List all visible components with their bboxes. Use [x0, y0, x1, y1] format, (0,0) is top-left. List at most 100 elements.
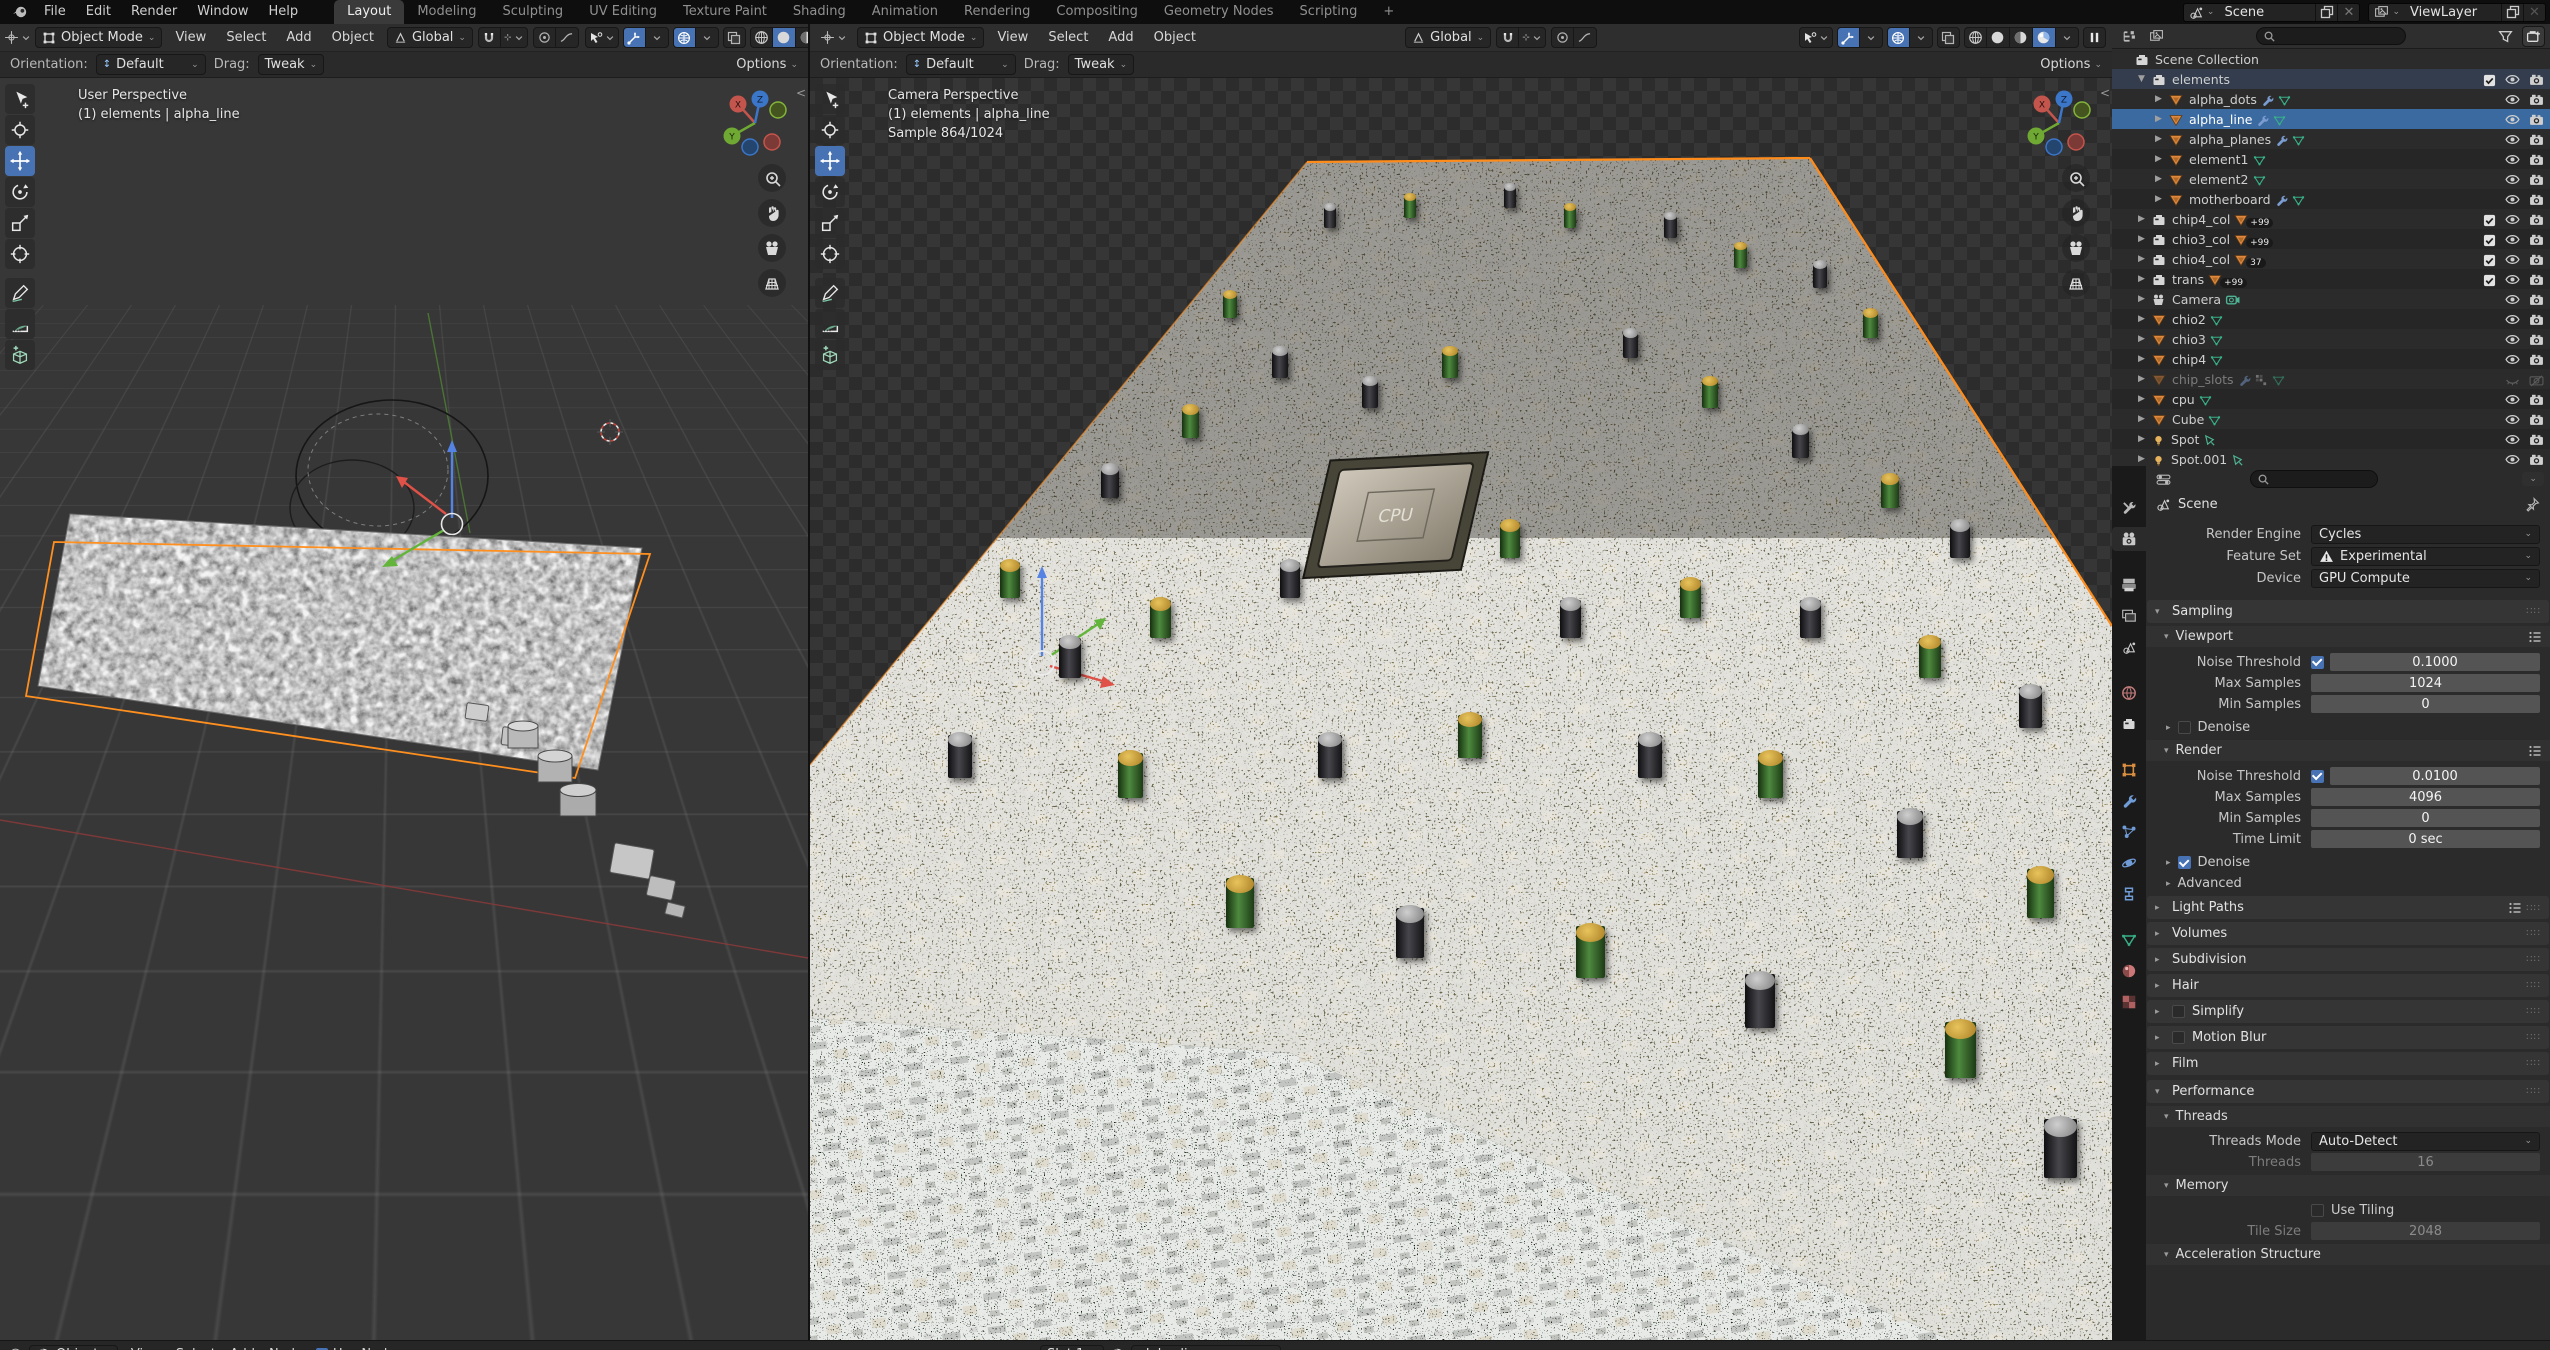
properties-tab-scene[interactable]	[2112, 635, 2146, 659]
overlays-dropdown[interactable]	[695, 27, 719, 48]
device-dropdown[interactable]: GPU Compute ⌄	[2311, 568, 2540, 588]
scene-name[interactable]: Scene	[2219, 4, 2315, 21]
hide-in-viewport-toggle[interactable]	[2505, 431, 2520, 447]
gizmo-dropdown[interactable]	[1859, 27, 1883, 48]
menu-window[interactable]: Window	[187, 0, 258, 24]
panel-sampling[interactable]: ▾ Sampling ∷∷	[2147, 600, 2549, 623]
drag-value-dropdown[interactable]: Tweak ⌄	[1067, 54, 1135, 75]
snap-toggle[interactable]	[1496, 27, 1520, 48]
disable-in-renders-toggle[interactable]	[2529, 391, 2544, 407]
render-time-limit-value[interactable]: 0 sec	[2311, 830, 2540, 848]
falloff-dropdown[interactable]	[555, 27, 579, 48]
outliner-row-alpha-line[interactable]: ▶ alpha_line	[2112, 109, 2550, 129]
hide-in-viewport-toggle[interactable]	[2505, 191, 2520, 207]
menu-select[interactable]: Select	[1041, 30, 1095, 45]
scale-tool[interactable]	[5, 208, 35, 238]
falloff-dropdown[interactable]	[1573, 27, 1597, 48]
menu-help[interactable]: Help	[259, 0, 309, 24]
menu-view[interactable]: View	[990, 30, 1035, 45]
disable-in-renders-toggle[interactable]	[2529, 131, 2544, 147]
snap-to-dropdown[interactable]: ⊹	[1519, 27, 1546, 48]
disable-in-renders-toggle[interactable]	[2529, 211, 2544, 227]
render-engine-dropdown[interactable]: Cycles ⌄	[2311, 524, 2540, 544]
exclude-checkbox[interactable]	[2483, 252, 2496, 267]
hide-in-viewport-toggle[interactable]	[2505, 211, 2520, 227]
editor-type-icon[interactable]	[8, 1347, 23, 1350]
disable-in-renders-toggle[interactable]	[2529, 351, 2544, 367]
outliner-row-alpha-dots[interactable]: ▶ alpha_dots	[2112, 89, 2550, 109]
snap-to-dropdown[interactable]: ⊹	[500, 27, 528, 48]
show-overlays-toggle[interactable]	[1886, 27, 1910, 48]
panel-checkbox[interactable]	[2172, 1031, 2185, 1044]
outliner-row-element1[interactable]: ▶ element1	[2112, 149, 2550, 169]
transform-tool[interactable]	[5, 239, 35, 269]
select-tool[interactable]	[815, 84, 845, 114]
pan-button[interactable]	[758, 199, 786, 227]
workspace-tab-compositing[interactable]: Compositing	[1043, 0, 1151, 24]
shader-menu-node[interactable]: Node	[262, 1347, 310, 1350]
properties-tab-object[interactable]	[2112, 758, 2146, 782]
disable-in-renders-toggle[interactable]	[2529, 191, 2544, 207]
hide-in-viewport-toggle[interactable]	[2505, 111, 2520, 127]
hide-in-viewport-toggle[interactable]	[2505, 351, 2520, 367]
cursor-tool[interactable]	[5, 115, 35, 145]
shading-material-button[interactable]	[795, 27, 808, 48]
workspace-tab-shading[interactable]: Shading	[780, 0, 859, 24]
viewlayer-selector[interactable]: ⌄ ViewLayer ✕	[2368, 2, 2546, 22]
scene-copy-button[interactable]	[2315, 3, 2337, 21]
menu-edit[interactable]: Edit	[76, 0, 121, 24]
measure-tool[interactable]	[5, 309, 35, 339]
properties-tab-physics[interactable]	[2112, 851, 2146, 875]
properties-tab-constraints[interactable]	[2112, 882, 2146, 906]
visibility-dropdown[interactable]	[1798, 27, 1833, 48]
panel-checkbox[interactable]	[2172, 1005, 2185, 1018]
viewport-min-samples-value[interactable]: 0	[2311, 695, 2540, 713]
viewlayer-name[interactable]: ViewLayer	[2405, 4, 2501, 21]
disable-in-renders-toggle[interactable]	[2529, 431, 2544, 447]
menu-object[interactable]: Object	[325, 30, 381, 45]
workspace-tab-modeling[interactable]: Modeling	[404, 0, 489, 24]
viewport-left-canvas[interactable]: User Perspective (1) elements | alpha_li…	[0, 78, 808, 1340]
properties-tab-object-data[interactable]	[2112, 928, 2146, 952]
perspective-toggle-button[interactable]	[2062, 269, 2090, 297]
slot-dropdown[interactable]: Slot 1⌄	[1040, 1345, 1104, 1350]
properties-tab-tool[interactable]	[2112, 496, 2146, 520]
add-cube-tool[interactable]	[5, 340, 35, 370]
disclosure-closed-icon[interactable]: ▶	[2135, 214, 2148, 224]
show-gizmo-toggle[interactable]	[1836, 27, 1860, 48]
shading-wireframe-button[interactable]	[1963, 27, 1987, 48]
object-shader-dropdown[interactable]: Object⌄	[29, 1345, 118, 1350]
outliner-row-trans[interactable]: ▶ trans +99	[2112, 269, 2550, 289]
panel-light-paths[interactable]: ▸ Light Paths ∷∷	[2147, 896, 2549, 919]
shading-dropdown[interactable]	[2055, 27, 2079, 48]
outliner-row-chio2[interactable]: ▶ chio2	[2112, 309, 2550, 329]
exclude-checkbox[interactable]	[2483, 72, 2496, 87]
viewlayer-copy-button[interactable]	[2501, 3, 2523, 21]
show-overlays-toggle[interactable]	[672, 27, 696, 48]
properties-tab-world[interactable]	[2112, 681, 2146, 705]
perspective-toggle-button[interactable]	[758, 269, 786, 297]
subpanel-memory[interactable]: ▾ Memory	[2146, 1175, 2550, 1196]
zoom-button[interactable]	[758, 164, 786, 192]
blender-logo-icon[interactable]	[6, 4, 34, 20]
viewport-right-canvas[interactable]: CPU Camera Perspective (1) elements | al…	[810, 78, 2112, 1340]
panel-motion-blur[interactable]: ▸ Motion Blur ∷∷	[2147, 1026, 2549, 1049]
disable-in-renders-toggle[interactable]	[2529, 171, 2544, 187]
outliner-row-cpu[interactable]: ▶ cpu	[2112, 389, 2550, 409]
navigation-gizmo[interactable]: X Y Z	[2022, 86, 2096, 164]
rotate-tool[interactable]	[815, 177, 845, 207]
shader-menu-view[interactable]: View	[124, 1347, 169, 1350]
transform-tool[interactable]	[815, 239, 845, 269]
disclosure-closed-icon[interactable]: ▶	[2152, 194, 2165, 204]
navigation-gizmo[interactable]: X Y Z	[718, 86, 792, 164]
camera-view-button[interactable]	[758, 234, 786, 262]
exclude-checkbox[interactable]	[2483, 272, 2496, 287]
disclosure-closed-icon[interactable]: ▶	[2135, 354, 2148, 364]
properties-tab-render[interactable]	[2112, 527, 2146, 551]
gizmo-dropdown[interactable]	[645, 27, 669, 48]
hide-in-viewport-toggle[interactable]	[2505, 171, 2520, 187]
move-tool[interactable]	[815, 146, 845, 176]
properties-tab-texture[interactable]	[2112, 990, 2146, 1014]
disclosure-closed-icon[interactable]: ▶	[2135, 254, 2148, 264]
menu-view[interactable]: View	[168, 30, 213, 45]
